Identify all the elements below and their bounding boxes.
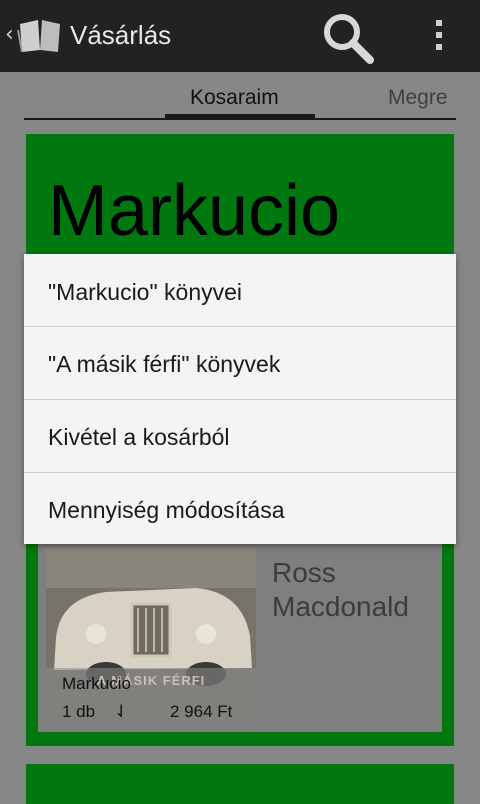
- search-icon: [324, 14, 374, 64]
- tab-kosaraim[interactable]: Kosaraim: [190, 86, 279, 110]
- chevron-left-icon: ‹: [5, 22, 14, 47]
- search-button[interactable]: [318, 10, 378, 64]
- overflow-menu-button[interactable]: [424, 14, 454, 58]
- book-quantity: 1 db: [62, 702, 96, 721]
- action-bar: ‹ Vásárlás: [0, 0, 480, 72]
- page-title: Vásárlás: [70, 20, 172, 50]
- menu-item-remove-from-cart[interactable]: Kivétel a kosárból: [24, 401, 456, 473]
- book-title: Markucio: [62, 674, 131, 693]
- quantity-dropdown-icon[interactable]: ⇃: [114, 702, 128, 722]
- next-cart-card[interactable]: [26, 764, 454, 804]
- menu-divider: [24, 472, 456, 473]
- menu-item-author-books[interactable]: "Markucio" könyvei: [24, 256, 456, 328]
- menu-item-title-books[interactable]: "A másik férfi" könyvek: [24, 328, 456, 400]
- context-menu-dialog: "Markucio" könyvei "A másik férfi" könyv…: [24, 254, 456, 544]
- book-price: 2 964 Ft: [170, 702, 233, 721]
- book-author: Ross Macdonald: [272, 557, 409, 622]
- tab-strip: Kosaraim Megre: [0, 72, 480, 120]
- tab-divider: [24, 118, 456, 120]
- book-cover-image[interactable]: A MÁSIK FÉRFI: [46, 548, 256, 724]
- cart-title: Markucio: [48, 171, 341, 251]
- menu-divider: [24, 326, 456, 327]
- more-vertical-icon: [436, 20, 442, 26]
- menu-divider: [24, 399, 456, 400]
- tab-megrendelesek[interactable]: Megre: [388, 86, 448, 110]
- menu-item-change-quantity[interactable]: Mennyiség módosítása: [24, 474, 456, 546]
- open-book-icon: [16, 16, 64, 58]
